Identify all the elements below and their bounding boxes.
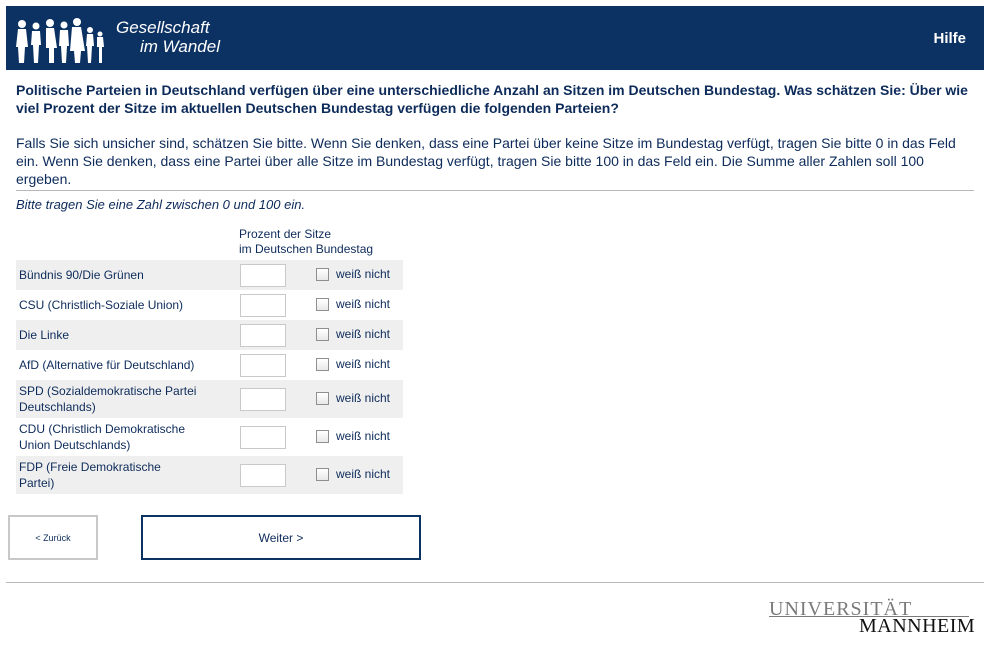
dont-know-label: weiß nicht [336,327,391,341]
party-label: CDU (Christlich Demokratische Union Deut… [19,422,186,452]
header-bar: Gesellschaft im Wandel Hilfe [6,6,984,70]
grid-row-linke: Die Linke weiß nicht [16,320,403,350]
percent-input-cdu[interactable] [240,426,286,449]
divider [16,190,974,191]
next-button[interactable]: Weiter > [141,515,421,560]
dont-know-checkbox-csu[interactable] [316,298,329,311]
input-hint: Bitte tragen Sie eine Zahl zwischen 0 un… [16,197,306,212]
dont-know-checkbox-fdp[interactable] [316,468,329,481]
grid-row-gruene: Bündnis 90/Die Grünen weiß nicht [16,260,403,290]
column-header-line2: im Deutschen Bundestag [239,242,374,256]
instruction-text: Falls Sie sich unsicher sind, schätzen S… [16,135,956,187]
grid-row-spd: SPD (Sozialdemokratische Partei Deutschl… [16,380,403,418]
dont-know-label: weiß nicht [336,467,391,481]
question-text: Politische Parteien in Deutschland verfü… [16,82,968,116]
brand-line1: Gesellschaft [116,18,210,37]
university-logo-line2: MANNHEIM [859,615,976,637]
brand-line2: im Wandel [140,37,220,56]
grid-row-fdp: FDP (Freie Demokratische Partei) weiß ni… [16,456,403,494]
column-header: Prozent der Sitze im Deutschen Bundestag [239,227,373,257]
dont-know-checkbox-spd[interactable] [316,392,329,405]
people-silhouettes-icon [16,18,104,63]
percent-input-spd[interactable] [240,388,286,411]
percent-input-linke[interactable] [240,324,286,347]
dont-know-checkbox-afd[interactable] [316,358,329,371]
dont-know-label: weiß nicht [336,391,391,405]
back-button[interactable]: < Zurück [8,515,98,560]
column-header-line1: Prozent der Sitze [239,227,332,241]
dont-know-checkbox-gruene[interactable] [316,268,329,281]
brand-title: Gesellschaft im Wandel [114,18,220,56]
party-label: CSU (Christlich-Soziale Union) [19,298,184,312]
party-label: AfD (Alternative für Deutschland) [19,358,195,372]
dont-know-label: weiß nicht [336,267,391,281]
party-grid: Bündnis 90/Die Grünen weiß nicht CSU (Ch… [16,260,403,494]
grid-row-afd: AfD (Alternative für Deutschland) weiß n… [16,350,403,380]
party-label: SPD (Sozialdemokratische Partei Deutschl… [19,384,197,414]
grid-row-csu: CSU (Christlich-Soziale Union) weiß nich… [16,290,403,320]
percent-input-fdp[interactable] [240,464,286,487]
party-label: Bündnis 90/Die Grünen [19,268,144,282]
dont-know-checkbox-cdu[interactable] [316,430,329,443]
dont-know-label: weiß nicht [336,357,391,371]
dont-know-checkbox-linke[interactable] [316,328,329,341]
dont-know-label: weiß nicht [336,429,391,443]
party-label: FDP (Freie Demokratische Partei) [19,460,161,490]
percent-input-csu[interactable] [240,294,286,317]
dont-know-label: weiß nicht [336,297,391,311]
percent-input-gruene[interactable] [240,264,286,287]
percent-input-afd[interactable] [240,354,286,377]
party-label: Die Linke [19,328,70,342]
university-logo: UNIVERSITÄT MANNHEIM [769,598,975,638]
help-link[interactable]: Hilfe [933,30,966,47]
footer-divider [6,582,984,583]
grid-row-cdu: CDU (Christlich Demokratische Union Deut… [16,418,403,456]
